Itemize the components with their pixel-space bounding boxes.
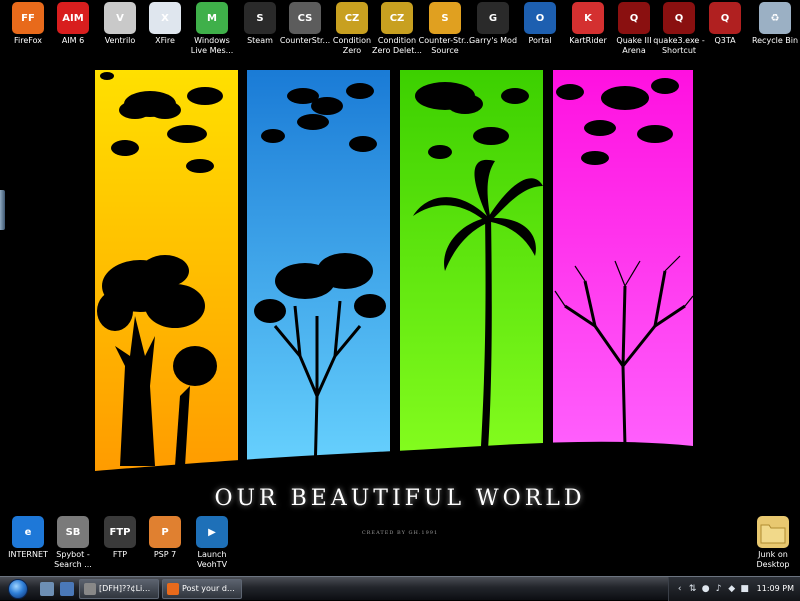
wallpaper: OUR BEAUTIFUL WORLD CREATED BY GH.1991 [95,66,705,556]
desktop-icon-label: XFire [155,36,175,45]
desktop-icon-condition-zero-deleted[interactable]: CZ Condition Zero Delet... [372,2,422,55]
taskbar-task-button[interactable]: [DFH]??¢Lime(Co.Id... [79,578,159,599]
desktop-icon-label: Counter-Str... Source [418,36,472,55]
desktop-icon-kartrider[interactable]: K KartRider [563,2,613,46]
ventrilo-icon: V [104,2,136,34]
quake3-icon: Q [618,2,650,34]
portal-icon: O [524,2,556,34]
taskbar-tasks: [DFH]??¢Lime(Co.Id... Post your desktop -… [76,578,242,599]
msn-icon: M [196,2,228,34]
q3ta-icon: Q [709,2,741,34]
desktop-icon-label: Windows Live Mes... [190,36,234,55]
taskbar-task-label: [DFH]??¢Lime(Co.Id... [99,584,154,593]
steam-icon: S [244,2,276,34]
desktop-icon-xfire[interactable]: X XFire [140,2,190,46]
internet-explorer-icon: e [12,516,44,548]
firefox-icon: FF [12,2,44,34]
quicklaunch-switch-windows[interactable] [58,580,76,598]
tray-network-icon[interactable]: ⇅ [688,584,698,594]
desktop-icon-label: Launch VeohTV [196,550,228,569]
taskbar-task-button[interactable]: Post your desktop - ... [162,578,242,599]
recycle-bin-icon: ♻ [759,2,791,34]
tray-security-icon[interactable]: ◆ [727,584,737,594]
desktop-icon-psp[interactable]: P PSP 7 [140,516,190,560]
taskbar-task-label: Post your desktop - ... [182,584,237,593]
ftp-icon: FTP [104,516,136,548]
desktop-icon-veohtv[interactable]: ▶ Launch VeohTV [187,516,237,569]
desktop-icon-label: Garry's Mod [468,36,518,45]
desktop-icon-label: Portal [528,36,552,45]
desktop-icon-label: AIM 6 [61,36,85,45]
desktop-icon-recycle-bin[interactable]: ♻ Recycle Bin [750,2,800,46]
desktop-icon-msn[interactable]: M Windows Live Mes... [187,2,237,55]
desktop-icon-label: Condition Zero Delet... [372,36,422,55]
switch-windows-icon [60,581,74,596]
desktop-icon-label: PSP 7 [153,550,177,559]
desktop-icon-portal[interactable]: O Portal [515,2,565,46]
condition-zero-icon: CZ [336,2,368,34]
tray-volume-icon[interactable]: ♪ [714,584,724,594]
aim-icon: AIM [57,2,89,34]
spybot-icon: SB [57,516,89,548]
desktop[interactable]: OUR BEAUTIFUL WORLD CREATED BY GH.1991 F… [0,0,800,576]
tray-steam-icon[interactable]: ● [701,584,711,594]
condition-zero-deleted-icon: CZ [381,2,413,34]
xfire-icon: X [149,2,181,34]
wallpaper-title: OUR BEAUTIFUL WORLD [214,486,586,511]
desktop-icon-aim[interactable]: AIM AIM 6 [48,2,98,46]
folder-icon [757,516,789,548]
cs-source-icon: S [429,2,461,34]
quake3-exe-icon: Q [663,2,695,34]
tray-arrow-icon[interactable]: ‹ [675,584,685,594]
desktop-icon-label: Q3TA [714,36,736,45]
psp-icon: P [149,516,181,548]
desktop-icon-label: Junk on Desktop [756,550,790,569]
task-window-icon [84,582,96,595]
desktop-icon-label: Spybot - Search ... [54,550,92,569]
task-firefox-icon [167,582,179,595]
garrysmod-icon: G [477,2,509,34]
windows-logo-icon [8,578,28,599]
desktop-icon-garrysmod[interactable]: G Garry's Mod [468,2,518,46]
desktop-icon-q3ta[interactable]: Q Q3TA [700,2,750,46]
sidebar-handle[interactable] [0,190,5,230]
wallpaper-art [95,70,694,480]
desktop-icon-label: CounterStr... [279,36,331,45]
system-tray: ‹ ⇅ ● ♪ ◆ ■ 11:09 PM [667,576,800,601]
desktop-icon-counterstrike[interactable]: CS CounterStr... [280,2,330,46]
start-button[interactable] [0,577,36,601]
quicklaunch-show-desktop[interactable] [38,580,56,598]
desktop-icon-label: Recycle Bin [751,36,799,45]
clock[interactable]: 11:09 PM [757,584,794,593]
tray-app-icon[interactable]: ■ [740,584,750,594]
desktop-icon-spybot[interactable]: SB Spybot - Search ... [48,516,98,569]
desktop-icon-quake3-exe[interactable]: Qquake3.exe - Shortcut [653,2,705,55]
taskbar: [DFH]??¢Lime(Co.Id... Post your desktop -… [0,576,800,601]
desktop-icon-junk-on-desktop[interactable]: Junk on Desktop [748,516,798,569]
show-desktop-icon [40,581,54,596]
counterstrike-icon: CS [289,2,321,34]
desktop-icon-cs-source[interactable]: S Counter-Str... Source [418,2,472,55]
veohtv-icon: ▶ [196,516,228,548]
kartrider-icon: K [572,2,604,34]
